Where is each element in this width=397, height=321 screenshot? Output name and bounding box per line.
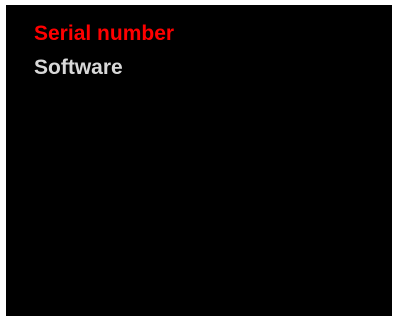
menu-item-software[interactable]: Software <box>34 51 174 85</box>
menu-item-serial-number[interactable]: Serial number <box>34 17 174 51</box>
menu-list: Serial number Software <box>34 17 174 85</box>
device-screen: Serial number Software <box>6 5 392 316</box>
